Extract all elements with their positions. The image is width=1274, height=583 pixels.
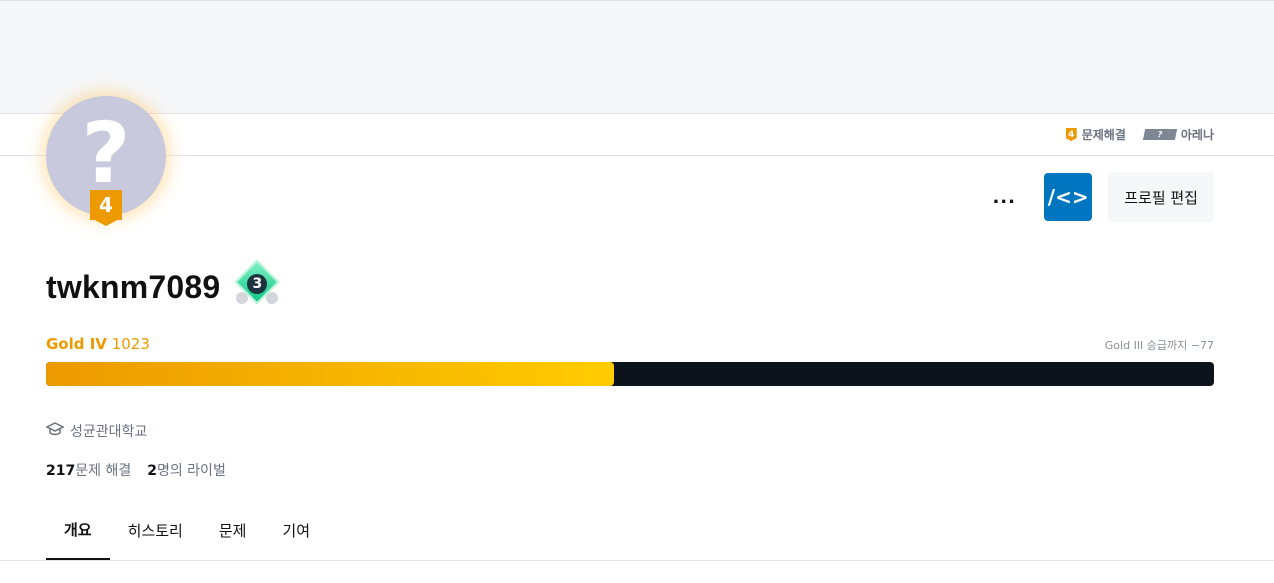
rival-label: 명의 라이벌 (156, 463, 226, 479)
badge-links: 4 문제해결 ? 아레나 (1065, 126, 1214, 143)
solved-tier-link[interactable]: 4 문제해결 (1065, 126, 1126, 143)
avatar-tier-badge: 4 (90, 190, 122, 230)
tab-problems[interactable]: 문제 (201, 500, 265, 560)
rating-progress-fill (46, 362, 614, 386)
rating-value: 1023 (111, 335, 150, 353)
question-mark-icon: ? (81, 104, 131, 202)
solved-stat[interactable]: 217문제 해결 (46, 460, 131, 480)
tab-overview[interactable]: 개요 (46, 500, 110, 560)
tier-shield-icon: 4 (1065, 128, 1077, 141)
school-row[interactable]: 성균관대학교 (45, 421, 148, 441)
arena-tag-icon: ? (1142, 129, 1178, 140)
promotion-text: Gold III 승급까지 −77 (1104, 339, 1214, 352)
rival-stat[interactable]: 2명의 라이벌 (147, 460, 226, 480)
arena-link[interactable]: ? 아레나 (1142, 126, 1214, 143)
edit-profile-button[interactable]: 프로필 편집 (1108, 172, 1214, 222)
avatar: ? 4 (46, 96, 166, 226)
tier-name: Gold IV (46, 335, 107, 353)
tabs-divider (0, 560, 1274, 561)
graduation-cap-icon (45, 422, 65, 440)
solved-label: 문제 해결 (75, 463, 132, 479)
rival-count: 2 (147, 463, 157, 479)
code-icon: /<> (1047, 185, 1089, 209)
user-handle: twknm7089 (46, 268, 221, 305)
profile-actions: ... /<> 프로필 편집 (980, 172, 1214, 222)
rating-progress-bar (46, 362, 1214, 386)
more-options-button[interactable]: ... (980, 173, 1028, 221)
solved-tier-label: 문제해결 (1081, 128, 1126, 142)
wing-right-icon (266, 292, 279, 304)
code-editor-button[interactable]: /<> (1044, 173, 1093, 221)
tab-contributions[interactable]: 기여 (264, 500, 328, 560)
school-name: 성균관대학교 (70, 424, 148, 440)
class-badge-icon[interactable]: 3 (234, 259, 280, 312)
profile-tabs: 개요 히스토리 문제 기여 (46, 500, 328, 560)
rating-row: Gold IV 1023 Gold III 승급까지 −77 (46, 335, 1214, 353)
profile-banner (0, 0, 1274, 114)
tab-history[interactable]: 히스토리 (110, 500, 201, 560)
chevron-down-icon (90, 214, 122, 226)
stats-row: 217문제 해결 2명의 라이벌 (46, 460, 226, 480)
tier-rating: Gold IV 1023 (46, 335, 150, 353)
solved-count: 217 (46, 463, 76, 479)
handle-row: twknm7089 3 (46, 259, 280, 312)
arena-label: 아레나 (1180, 128, 1214, 142)
